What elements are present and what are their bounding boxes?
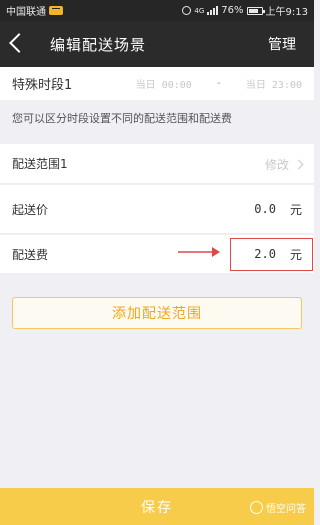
time-separator: - — [215, 78, 222, 89]
watermark-icon — [250, 501, 263, 514]
annotation-arrow-icon — [178, 247, 220, 257]
annotation-highlight-box — [230, 238, 313, 271]
min-order-value-group: 元 — [225, 185, 302, 233]
clock: 上午9:13 — [265, 7, 308, 18]
watermark: 悟空问答 — [250, 500, 306, 515]
battery-percent: 76% — [221, 5, 244, 16]
hint-text: 您可以区分时段设置不同的配送范围和配送费 — [0, 100, 314, 135]
min-order-row: 起送价 元 — [0, 185, 314, 234]
status-left: 中国联通 — [6, 3, 63, 18]
end-time-field[interactable]: 当日 23:00 — [246, 76, 302, 91]
watermark-text: 悟空问答 — [266, 504, 306, 515]
alarm-icon — [182, 6, 192, 15]
time-segment-row: 特殊时段1 当日 00:00 - 当日 23:00 — [0, 67, 314, 100]
back-arrow-icon[interactable] — [0, 21, 34, 67]
time-range: 当日 00:00 - 当日 23:00 — [136, 67, 302, 100]
edit-range-button[interactable]: 修改 — [264, 144, 304, 184]
carrier-name: 中国联通 — [6, 7, 46, 18]
delivery-range-row[interactable]: 配送范围1 修改 — [0, 144, 314, 184]
edit-label: 修改 — [264, 157, 289, 172]
status-right: 4G 76% 上午9:13 — [182, 3, 308, 18]
end-time: 23:00 — [271, 80, 302, 91]
network-type: 4G — [194, 6, 205, 15]
title-bar: 编辑配送场景 管理 — [0, 21, 314, 67]
add-range-button[interactable]: 添加配送范围 — [12, 297, 302, 329]
start-time: 00:00 — [161, 80, 192, 91]
carrier-app-icon — [49, 6, 63, 15]
min-order-unit: 元 — [289, 202, 302, 217]
start-time-field[interactable]: 当日 00:00 — [136, 76, 192, 91]
signal-icon — [207, 6, 219, 15]
end-prefix: 当日 — [245, 80, 266, 91]
segment-name: 特殊时段1 — [12, 78, 73, 93]
manage-button[interactable]: 管理 — [268, 34, 296, 54]
page-title: 编辑配送场景 — [50, 35, 147, 54]
start-prefix: 当日 — [135, 80, 156, 91]
battery-icon — [246, 6, 265, 15]
delivery-range-label: 配送范围1 — [12, 157, 68, 171]
delivery-fee-label: 配送费 — [12, 247, 49, 262]
status-bar: 中国联通 4G 76% 上午9:13 — [0, 0, 314, 21]
min-order-label: 起送价 — [12, 202, 49, 217]
min-order-input[interactable] — [225, 202, 276, 216]
chevron-right-icon — [293, 159, 304, 169]
